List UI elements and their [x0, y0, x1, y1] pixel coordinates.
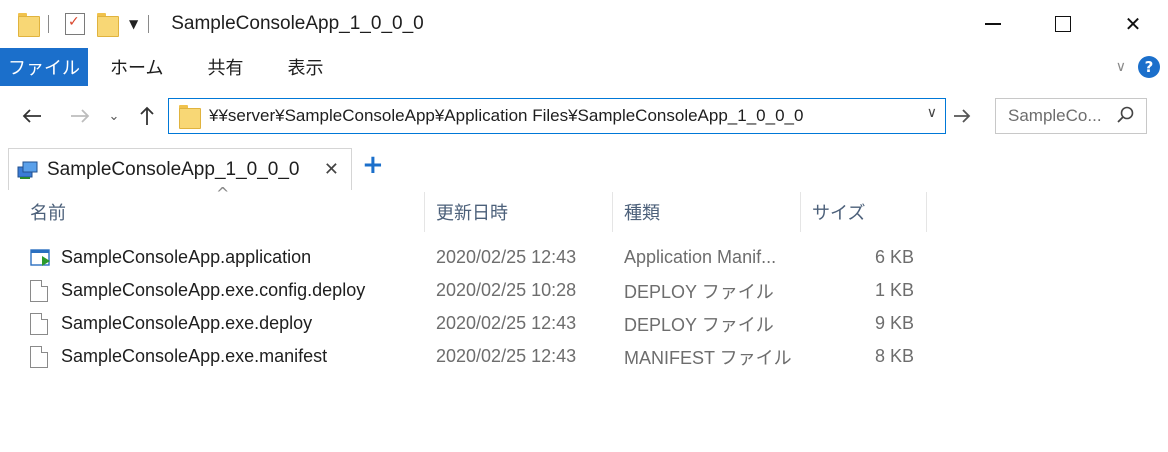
file-date: 2020/02/25 12:43 — [436, 247, 577, 267]
file-name: SampleConsoleApp.exe.config.deploy — [61, 280, 366, 300]
tab-share[interactable]: 共有 — [185, 48, 265, 86]
go-button[interactable] — [950, 98, 974, 134]
close-icon: ✕ — [1124, 12, 1142, 36]
tab-view[interactable]: 表示 — [265, 48, 345, 86]
file-size: 8 KB — [874, 346, 914, 366]
file-date: 2020/02/25 12:43 — [436, 346, 577, 366]
application-manifest-icon — [30, 248, 50, 266]
search-box[interactable]: SampleCo... — [995, 98, 1147, 134]
column-header-date[interactable]: 更新日時 — [436, 190, 508, 234]
file-row[interactable]: SampleConsoleApp.exe.deploy 2020/02/25 1… — [0, 307, 1168, 340]
file-type: Application Manif... — [624, 247, 777, 267]
column-divider[interactable] — [800, 192, 801, 232]
tab-label: SampleConsoleApp_1_0_0_0 — [47, 158, 300, 180]
column-divider[interactable] — [926, 192, 927, 232]
file-icon — [30, 345, 48, 368]
file-name: SampleConsoleApp.exe.manifest — [61, 346, 328, 366]
file-name-cell[interactable]: SampleConsoleApp.exe.config.deploy — [30, 274, 365, 307]
maximize-button[interactable] — [1028, 0, 1098, 48]
column-divider[interactable] — [612, 192, 613, 232]
new-tab-button[interactable]: + — [362, 150, 384, 180]
forward-arrow-icon — [71, 109, 90, 123]
up-button[interactable] — [132, 92, 162, 140]
close-button[interactable]: ✕ — [1098, 0, 1168, 48]
window-title: SampleConsoleApp_1_0_0_0 — [171, 13, 424, 34]
expand-ribbon-icon[interactable]: ∨ — [1116, 59, 1126, 75]
file-name-cell[interactable]: SampleConsoleApp.exe.manifest — [30, 340, 327, 373]
file-icon — [30, 312, 48, 335]
maximize-icon — [1055, 16, 1071, 32]
column-divider[interactable] — [424, 192, 425, 232]
title-bar: ▼ SampleConsoleApp_1_0_0_0 ✕ — [0, 0, 1168, 48]
back-button[interactable] — [14, 92, 50, 140]
search-icon[interactable] — [1116, 106, 1134, 124]
chevron-down-icon[interactable]: ∨ — [927, 105, 937, 121]
tab-sampleconsoleapp[interactable]: SampleConsoleApp_1_0_0_0 ✕ — [8, 148, 352, 190]
network-folder-icon — [17, 161, 38, 179]
minimize-button[interactable] — [958, 0, 1028, 48]
file-name: SampleConsoleApp.application — [61, 247, 312, 267]
tab-file[interactable]: ファイル — [0, 48, 88, 86]
file-row[interactable]: SampleConsoleApp.exe.manifest 2020/02/25… — [0, 340, 1168, 373]
file-name-cell[interactable]: SampleConsoleApp.application — [30, 241, 311, 274]
column-header-name[interactable]: 名前 — [30, 190, 66, 234]
window-controls: ✕ — [958, 0, 1168, 48]
file-row[interactable]: SampleConsoleApp.application 2020/02/25 … — [0, 241, 1168, 274]
properties-icon[interactable] — [65, 13, 85, 35]
file-size: 1 KB — [874, 280, 914, 300]
column-header-type[interactable]: 種類 — [624, 190, 660, 234]
minimize-icon — [985, 23, 1001, 25]
ribbon: ファイル ホーム 共有 表示 ∨ ? — [0, 48, 1168, 86]
ribbon-right: ∨ ? — [1116, 48, 1160, 86]
file-date: 2020/02/25 10:28 — [436, 280, 577, 300]
file-name-cell[interactable]: SampleConsoleApp.exe.deploy — [30, 307, 312, 340]
file-size: 9 KB — [874, 313, 914, 333]
file-icon — [30, 279, 48, 302]
forward-button[interactable] — [62, 92, 98, 140]
file-type: MANIFEST ファイル — [624, 347, 792, 368]
file-row[interactable]: SampleConsoleApp.exe.config.deploy 2020/… — [0, 274, 1168, 307]
navigation-bar: ⌄ ¥¥server¥SampleConsoleApp¥Application … — [0, 92, 1168, 140]
search-placeholder[interactable]: SampleCo... — [1008, 106, 1102, 126]
file-type: DEPLOY ファイル — [624, 281, 774, 302]
file-type: DEPLOY ファイル — [624, 314, 774, 335]
tab-home[interactable]: ホーム — [88, 48, 185, 86]
sort-ascending-icon: ^ — [216, 184, 230, 203]
help-icon[interactable]: ? — [1138, 56, 1160, 78]
divider — [148, 15, 150, 33]
folder-icon — [179, 105, 201, 129]
up-arrow-icon — [140, 106, 154, 125]
divider — [48, 15, 49, 33]
folder-icon[interactable] — [18, 13, 40, 37]
address-bar[interactable]: ¥¥server¥SampleConsoleApp¥Application Fi… — [168, 98, 946, 134]
folder-tab-strip: SampleConsoleApp_1_0_0_0 ✕ + — [0, 146, 1168, 190]
address-path[interactable]: ¥¥server¥SampleConsoleApp¥Application Fi… — [209, 106, 803, 126]
back-arrow-icon — [22, 109, 41, 123]
customize-toolbar-icon[interactable]: ▼ — [129, 17, 138, 31]
column-header-size[interactable]: サイズ — [812, 190, 865, 234]
recent-locations-button[interactable]: ⌄ — [104, 92, 124, 140]
close-tab-icon[interactable]: ✕ — [324, 159, 339, 180]
arrow-right-icon — [954, 109, 971, 123]
file-size: 6 KB — [874, 247, 914, 267]
new-folder-icon[interactable] — [97, 13, 119, 37]
chevron-down-icon: ⌄ — [108, 108, 120, 124]
quick-access-toolbar: ▼ — [0, 0, 159, 48]
file-date: 2020/02/25 12:43 — [436, 313, 577, 333]
file-name: SampleConsoleApp.exe.deploy — [61, 313, 313, 333]
